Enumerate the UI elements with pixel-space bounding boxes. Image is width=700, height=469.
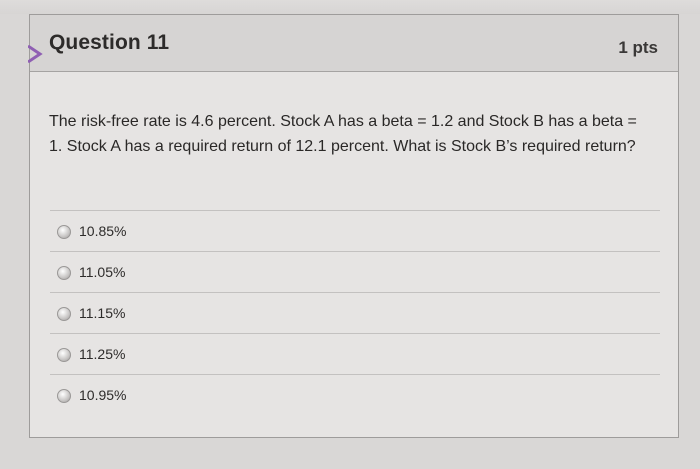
radio-button-icon[interactable]	[57, 266, 71, 280]
question-header: Question 11 1 pts	[28, 15, 678, 72]
answer-label: 11.05%	[79, 264, 126, 280]
radio-button-icon[interactable]	[57, 389, 71, 403]
radio-button-icon[interactable]	[57, 307, 71, 321]
answer-option[interactable]: 10.95%	[50, 374, 660, 415]
question-text: The risk-free rate is 4.6 percent. Stock…	[49, 113, 637, 155]
answer-option[interactable]: 10.85%	[50, 210, 660, 251]
question-points: 1 pts	[618, 38, 658, 57]
question-title: Question 11	[49, 31, 170, 54]
chevron-right-icon	[28, 45, 46, 63]
answer-option[interactable]: 11.15%	[50, 292, 660, 333]
answer-label: 10.85%	[79, 223, 127, 239]
question-card: Question 11 1 pts The risk-free rate is …	[28, 14, 679, 438]
answer-label: 11.25%	[79, 346, 126, 362]
top-bar	[0, 0, 700, 14]
radio-button-icon[interactable]	[57, 225, 71, 239]
answer-option[interactable]: 11.05%	[50, 251, 660, 292]
answer-label: 10.95%	[79, 387, 127, 403]
radio-button-icon[interactable]	[57, 348, 71, 362]
answer-label: 11.15%	[79, 305, 126, 321]
answer-option[interactable]: 11.25%	[50, 333, 660, 374]
answer-list: 10.85% 11.05% 11.15% 11.25% 10.95%	[50, 210, 660, 415]
